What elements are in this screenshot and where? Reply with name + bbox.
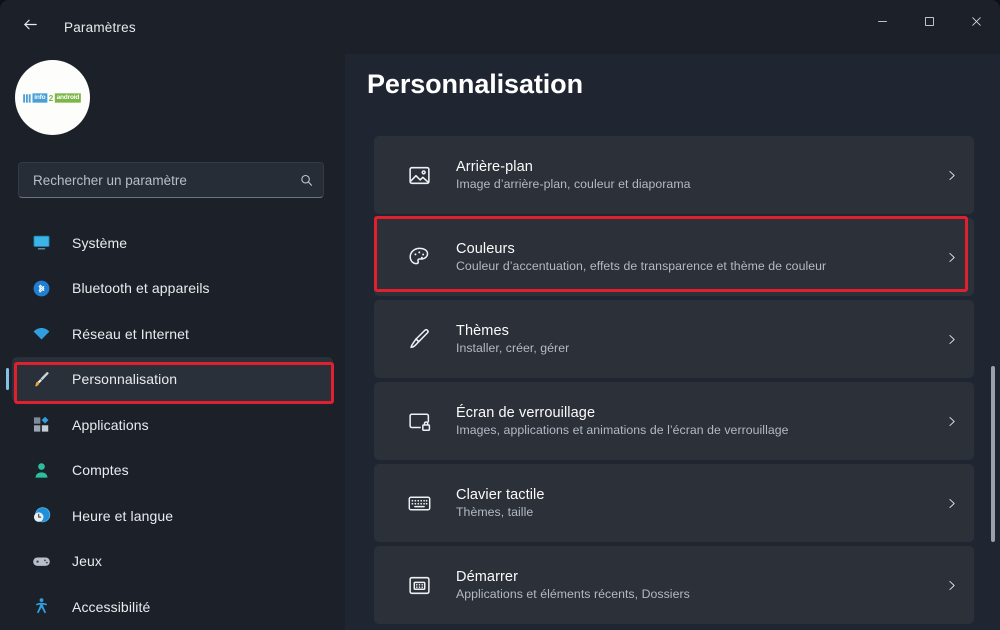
sidebar-item-label: Comptes (72, 462, 129, 479)
sidebar-item-applications[interactable]: Applications (12, 402, 333, 448)
minimize-icon (876, 15, 889, 33)
back-arrow-icon (22, 16, 39, 38)
chevron-right-icon[interactable] (928, 169, 974, 182)
sidebar-item-label: Applications (72, 416, 149, 433)
chevron-right-icon[interactable] (928, 415, 974, 428)
card-clavier-tactile[interactable]: Clavier tactile Thèmes, taille (374, 464, 974, 542)
maximize-icon (923, 15, 936, 33)
settings-card-list: Arrière-plan Image d’arrière-plan, coule… (374, 136, 974, 628)
sidebar-item-reseau[interactable]: Réseau et Internet (12, 311, 333, 357)
avatar[interactable]: info 2 android (15, 60, 90, 135)
sidebar-item-personnalisation[interactable]: Personnalisation (6, 356, 333, 402)
window-title: Paramètres (64, 19, 136, 35)
card-subtitle: Images, applications et animations de l’… (456, 423, 789, 437)
search-icon[interactable] (289, 173, 323, 188)
sidebar-item-label: Bluetooth et appareils (72, 280, 210, 297)
card-subtitle: Applications et éléments récents, Dossie… (456, 587, 690, 601)
sidebar-item-systeme[interactable]: Système (12, 220, 333, 266)
sidebar-nav: Système Bluetooth et appareils Réseau et… (0, 220, 345, 630)
paintbrush-icon (30, 368, 52, 390)
back-button[interactable] (8, 11, 52, 43)
logo-android-text: android (55, 92, 82, 103)
sidebar-item-label: Heure et langue (72, 507, 174, 524)
card-themes[interactable]: Thèmes Installer, créer, gérer (374, 300, 974, 378)
gamepad-icon (30, 550, 52, 572)
card-title: Clavier tactile (456, 487, 545, 503)
wifi-icon (30, 323, 52, 345)
card-text: Couleurs Couleur d’accentuation, effets … (456, 241, 928, 273)
chevron-right-icon[interactable] (928, 497, 974, 510)
card-ecran-de-verrouillage[interactable]: Écran de verrouillage Images, applicatio… (374, 382, 974, 460)
keyboard-icon (404, 488, 434, 518)
palette-icon (404, 242, 434, 272)
card-arriere-plan[interactable]: Arrière-plan Image d’arrière-plan, coule… (374, 136, 974, 214)
search-box[interactable] (18, 162, 324, 198)
chevron-right-icon[interactable] (928, 251, 974, 264)
card-subtitle: Thèmes, taille (456, 505, 534, 519)
page-title: Personnalisation (367, 69, 583, 99)
sidebar-item-accessibilite[interactable]: Accessibilité (12, 584, 333, 630)
sidebar-item-label: Jeux (72, 553, 102, 570)
card-text: Thèmes Installer, créer, gérer (456, 323, 928, 355)
search-input[interactable] (19, 172, 289, 188)
card-text: Écran de verrouillage Images, applicatio… (456, 405, 928, 437)
close-icon (970, 15, 983, 33)
sidebar-item-heure[interactable]: Heure et langue (12, 493, 333, 539)
chevron-right-icon[interactable] (928, 333, 974, 346)
card-text: Arrière-plan Image d’arrière-plan, coule… (456, 159, 928, 191)
sidebar-item-label: Réseau et Internet (72, 325, 189, 342)
person-icon (30, 459, 52, 481)
settings-window: Paramètres info 2 android Rechercher un … (0, 0, 1000, 630)
sidebar-item-label: Accessibilité (72, 598, 151, 615)
main-content: Personnalisation Arrière-plan Image d’ar… (345, 54, 1000, 630)
card-title: Couleurs (456, 241, 515, 257)
sidebar-item-bluetooth[interactable]: Bluetooth et appareils (12, 266, 333, 312)
card-title: Démarrer (456, 569, 519, 585)
card-title: Thèmes (456, 323, 509, 339)
vertical-scrollbar-thumb[interactable] (991, 366, 995, 542)
monitor-icon (30, 232, 52, 254)
card-text: Démarrer Applications et éléments récent… (456, 569, 928, 601)
sidebar: info 2 android Système (0, 54, 345, 630)
logo-bars-icon (23, 93, 32, 102)
clock-globe-icon (30, 505, 52, 527)
sidebar-item-comptes[interactable]: Comptes (12, 448, 333, 494)
card-subtitle: Image d’arrière-plan, couleur et diapora… (456, 177, 691, 191)
card-text: Clavier tactile Thèmes, taille (456, 487, 928, 519)
minimize-button[interactable] (859, 0, 906, 48)
close-button[interactable] (953, 0, 1000, 48)
sidebar-item-label: Système (72, 234, 128, 251)
accessibility-icon (30, 596, 52, 618)
sidebar-item-jeux[interactable]: Jeux (12, 539, 333, 585)
start-menu-icon (404, 570, 434, 600)
card-subtitle: Couleur d’accentuation, effets de transp… (456, 259, 827, 273)
chevron-right-icon[interactable] (928, 579, 974, 592)
card-title: Arrière-plan (456, 159, 533, 175)
window-controls (859, 0, 1000, 48)
card-demarrer[interactable]: Démarrer Applications et éléments récent… (374, 546, 974, 624)
info24android-logo: info 2 android (23, 92, 82, 103)
paintbrush-icon (404, 324, 434, 354)
maximize-button[interactable] (906, 0, 953, 48)
lockscreen-icon (404, 406, 434, 436)
card-title: Écran de verrouillage (456, 405, 596, 421)
image-icon (404, 160, 434, 190)
bluetooth-icon (30, 277, 52, 299)
card-subtitle: Installer, créer, gérer (456, 341, 570, 355)
sidebar-item-label: Personnalisation (72, 371, 178, 388)
card-couleurs[interactable]: Couleurs Couleur d’accentuation, effets … (374, 218, 974, 296)
logo-info-text: info (32, 92, 48, 103)
title-bar: Paramètres (0, 0, 1000, 54)
apps-icon (30, 414, 52, 436)
